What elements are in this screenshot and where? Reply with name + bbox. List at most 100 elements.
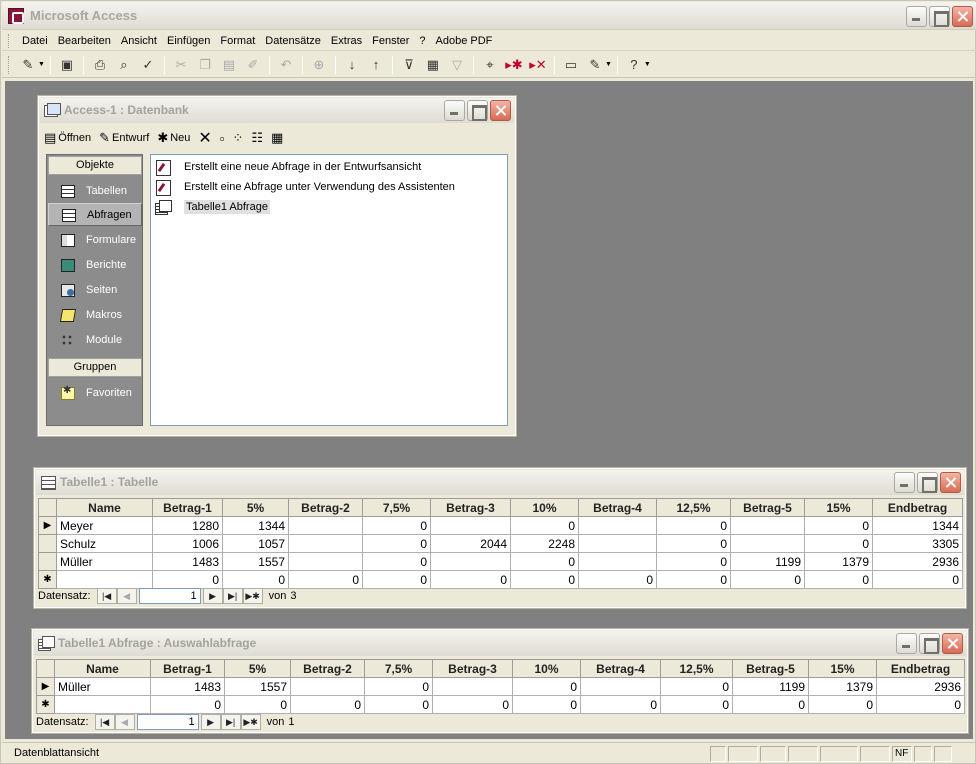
record-number-input[interactable]: 1: [136, 714, 199, 730]
cell[interactable]: [730, 534, 805, 553]
toolbar-grip[interactable]: [8, 55, 11, 74]
current-record-indicator[interactable]: ▶: [38, 516, 57, 535]
copy-icon[interactable]: ❐: [194, 54, 216, 76]
cell[interactable]: 0: [872, 570, 963, 589]
menu-datensaetze[interactable]: Datensätze: [260, 32, 326, 50]
cell[interactable]: 0: [512, 677, 581, 696]
column-header[interactable]: Betrag-1: [150, 659, 225, 678]
cell[interactable]: 0: [290, 695, 365, 714]
cell[interactable]: 1344: [872, 516, 963, 535]
find-icon[interactable]: ⌖: [479, 54, 501, 76]
app-title-bar[interactable]: Microsoft Access: [2, 2, 976, 30]
cut-icon[interactable]: ✂: [170, 54, 192, 76]
cell[interactable]: 0: [510, 552, 579, 571]
cell[interactable]: 0: [150, 695, 225, 714]
cell[interactable]: 0: [224, 695, 291, 714]
select-all-corner[interactable]: [36, 659, 55, 678]
cell[interactable]: 1379: [804, 552, 873, 571]
table-window-title-bar[interactable]: Tabelle1 : Tabelle: [36, 470, 964, 495]
filter-by-form-icon[interactable]: ▦: [422, 54, 444, 76]
column-header[interactable]: 5%: [222, 498, 289, 517]
cell[interactable]: Meyer: [56, 516, 153, 535]
delete-record-icon[interactable]: ▸✕: [527, 54, 549, 76]
cell[interactable]: 0: [804, 534, 873, 553]
nav-item-makros[interactable]: Makros: [48, 303, 142, 326]
query-window-title-bar[interactable]: Tabelle1 Abfrage : Auswahlabfrage: [34, 631, 966, 656]
cell[interactable]: 0: [580, 695, 661, 714]
close-button[interactable]: [490, 100, 511, 121]
column-header[interactable]: 12,5%: [656, 498, 731, 517]
nav-item-berichte[interactable]: Berichte: [48, 253, 142, 276]
cell[interactable]: [288, 516, 363, 535]
cell[interactable]: Müller: [54, 677, 151, 696]
chevron-down-icon[interactable]: ▼: [38, 61, 45, 68]
nav-item-module[interactable]: Module: [48, 328, 142, 351]
column-header[interactable]: Betrag-1: [152, 498, 223, 517]
menu-bearbeiten[interactable]: Bearbeiten: [53, 32, 116, 50]
cell[interactable]: 0: [808, 695, 877, 714]
record-number-input[interactable]: 1: [138, 588, 201, 604]
details-view-button[interactable]: ▦: [271, 130, 283, 146]
list-view-button[interactable]: ☷: [251, 130, 263, 146]
last-record-button[interactable]: ▶|: [222, 588, 243, 604]
record-selector[interactable]: [38, 552, 57, 571]
delete-button[interactable]: ✕: [198, 128, 211, 148]
nav-item-favoriten[interactable]: Favoriten: [48, 381, 142, 404]
cell[interactable]: [288, 552, 363, 571]
current-record-indicator[interactable]: ▶: [36, 677, 55, 696]
cell[interactable]: 0: [510, 570, 579, 589]
open-button[interactable]: ▤ Öffnen: [44, 130, 91, 146]
cell[interactable]: [730, 516, 805, 535]
cell[interactable]: 0: [730, 570, 805, 589]
menu-extras[interactable]: Extras: [326, 32, 367, 50]
objects-group-button[interactable]: Objekte: [48, 156, 142, 175]
list-item[interactable]: Erstellt eine neue Abfrage in der Entwur…: [155, 158, 421, 176]
cell[interactable]: [578, 552, 657, 571]
new-record-indicator[interactable]: ✱: [36, 695, 55, 714]
close-button[interactable]: [952, 6, 973, 27]
column-header[interactable]: Betrag-5: [732, 659, 809, 678]
new-object-icon[interactable]: ✎: [584, 54, 606, 76]
cell[interactable]: [580, 677, 661, 696]
cell[interactable]: 0: [432, 695, 513, 714]
menu-einfuegen[interactable]: Einfügen: [162, 32, 215, 50]
cell[interactable]: 0: [732, 695, 809, 714]
column-header[interactable]: 10%: [512, 659, 581, 678]
cell[interactable]: [290, 677, 365, 696]
minimize-button[interactable]: [894, 472, 915, 493]
list-item[interactable]: Erstellt eine Abfrage unter Verwendung d…: [155, 178, 455, 196]
sort-ascending-icon[interactable]: ↓: [341, 54, 363, 76]
cell[interactable]: Schulz: [56, 534, 153, 553]
minimize-button[interactable]: [896, 633, 917, 654]
cell[interactable]: 0: [362, 570, 431, 589]
nav-item-formulare[interactable]: Formulare: [48, 228, 142, 251]
column-header[interactable]: 7,5%: [364, 659, 433, 678]
list-item[interactable]: Tabelle1 Abfrage: [155, 198, 270, 216]
cell[interactable]: 0: [804, 570, 873, 589]
next-record-button[interactable]: ▶: [200, 714, 221, 730]
cell[interactable]: 2936: [872, 552, 963, 571]
cell[interactable]: 1483: [150, 677, 225, 696]
menu-datei[interactable]: Datei: [17, 32, 53, 50]
print-icon[interactable]: ⎙: [89, 54, 111, 76]
column-header[interactable]: Betrag-4: [578, 498, 657, 517]
small-icons-button[interactable]: ⁘: [232, 130, 243, 146]
cell[interactable]: 0: [656, 516, 731, 535]
close-button[interactable]: [940, 472, 961, 493]
column-header[interactable]: Endbetrag: [872, 498, 963, 517]
apply-filter-icon[interactable]: ▽: [446, 54, 468, 76]
cell[interactable]: 0: [362, 552, 431, 571]
cell[interactable]: 1199: [730, 552, 805, 571]
maximize-button[interactable]: [929, 6, 950, 27]
cell[interactable]: [432, 677, 513, 696]
record-selector[interactable]: [38, 534, 57, 553]
print-preview-icon[interactable]: ⌕: [113, 54, 135, 76]
hyperlink-icon[interactable]: ⊕: [308, 54, 330, 76]
column-header[interactable]: 12,5%: [660, 659, 733, 678]
access-key-icon[interactable]: [8, 8, 24, 24]
nav-item-tabellen[interactable]: Tabellen: [48, 179, 142, 202]
first-record-button[interactable]: |◀: [96, 588, 117, 604]
save-icon[interactable]: ▣: [56, 54, 78, 76]
cell[interactable]: 0: [656, 534, 731, 553]
cell[interactable]: 2248: [510, 534, 579, 553]
